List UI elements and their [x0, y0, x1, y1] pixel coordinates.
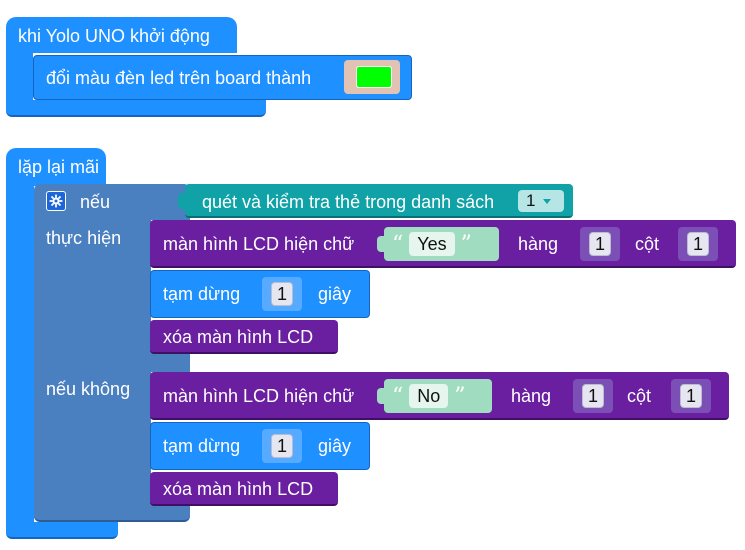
lcd-print-label-else: màn hình LCD hiện chữ	[163, 386, 355, 406]
rfid-check-label: quét và kiểm tra thẻ trong danh sách	[202, 192, 495, 212]
text-string-block-else[interactable]: “ No ”	[384, 379, 492, 413]
gear-icon[interactable]	[46, 191, 66, 211]
open-quote-icon: “	[392, 384, 404, 409]
pause-unit-then: giây	[318, 284, 352, 304]
col-value-then[interactable]: 1	[687, 232, 709, 256]
pause-value-then[interactable]: 1	[271, 282, 293, 306]
if-block-else-bar	[34, 352, 190, 372]
row-label-then: hàng	[518, 234, 559, 254]
loop-forever-footer	[6, 522, 118, 539]
row-value-then[interactable]: 1	[589, 232, 611, 256]
if-block-footer	[34, 504, 190, 522]
led-color-label: đổi màu đèn led trên board thành	[46, 68, 312, 88]
close-quote-icon: ”	[454, 384, 466, 409]
col-input-else[interactable]: 1	[671, 379, 711, 413]
pause-label-then: tạm dừng	[163, 284, 241, 304]
pause-value-else[interactable]: 1	[271, 434, 293, 458]
string-plug	[377, 388, 385, 404]
if-label: nếu	[80, 192, 111, 212]
lcd-clear-label-then: xóa màn hình LCD	[163, 327, 314, 347]
text-value-else[interactable]: No	[409, 384, 449, 408]
row-input-else[interactable]: 1	[573, 379, 613, 413]
text-string-block-then[interactable]: “ Yes ”	[384, 227, 499, 261]
start-event-footer	[6, 100, 266, 117]
pause-input-else[interactable]: 1	[262, 429, 302, 463]
loop-forever-arm	[6, 184, 34, 524]
lcd-clear-label-else: xóa màn hình LCD	[163, 479, 314, 499]
row-input-then[interactable]: 1	[580, 227, 620, 261]
list-index-value: 1	[526, 191, 536, 210]
start-event-label: khi Yolo UNO khởi động	[18, 26, 210, 46]
pause-input-then[interactable]: 1	[262, 277, 302, 311]
condition-plug	[178, 193, 186, 209]
close-quote-icon: ”	[460, 232, 472, 257]
led-color-swatch[interactable]	[356, 66, 392, 88]
row-value-else[interactable]: 1	[582, 384, 604, 408]
text-value-then[interactable]: Yes	[409, 232, 455, 256]
start-event-body	[6, 52, 33, 102]
string-plug	[377, 236, 385, 252]
col-label-then: cột	[635, 234, 660, 254]
row-label-else: hàng	[511, 386, 552, 406]
col-input-then[interactable]: 1	[678, 227, 718, 261]
triangle-down-icon	[543, 198, 552, 204]
loop-forever-label: lặp lại mãi	[18, 157, 100, 177]
lcd-print-label-then: màn hình LCD hiện chữ	[163, 234, 355, 254]
list-index-dropdown[interactable]: 1	[518, 190, 564, 212]
open-quote-icon: “	[392, 232, 404, 257]
col-value-else[interactable]: 1	[680, 384, 702, 408]
do-label: thực hiện	[46, 228, 122, 248]
else-label: nếu không	[46, 379, 131, 399]
pause-unit-else: giây	[318, 436, 352, 456]
col-label-else: cột	[627, 386, 652, 406]
pause-label-else: tạm dừng	[163, 436, 241, 456]
